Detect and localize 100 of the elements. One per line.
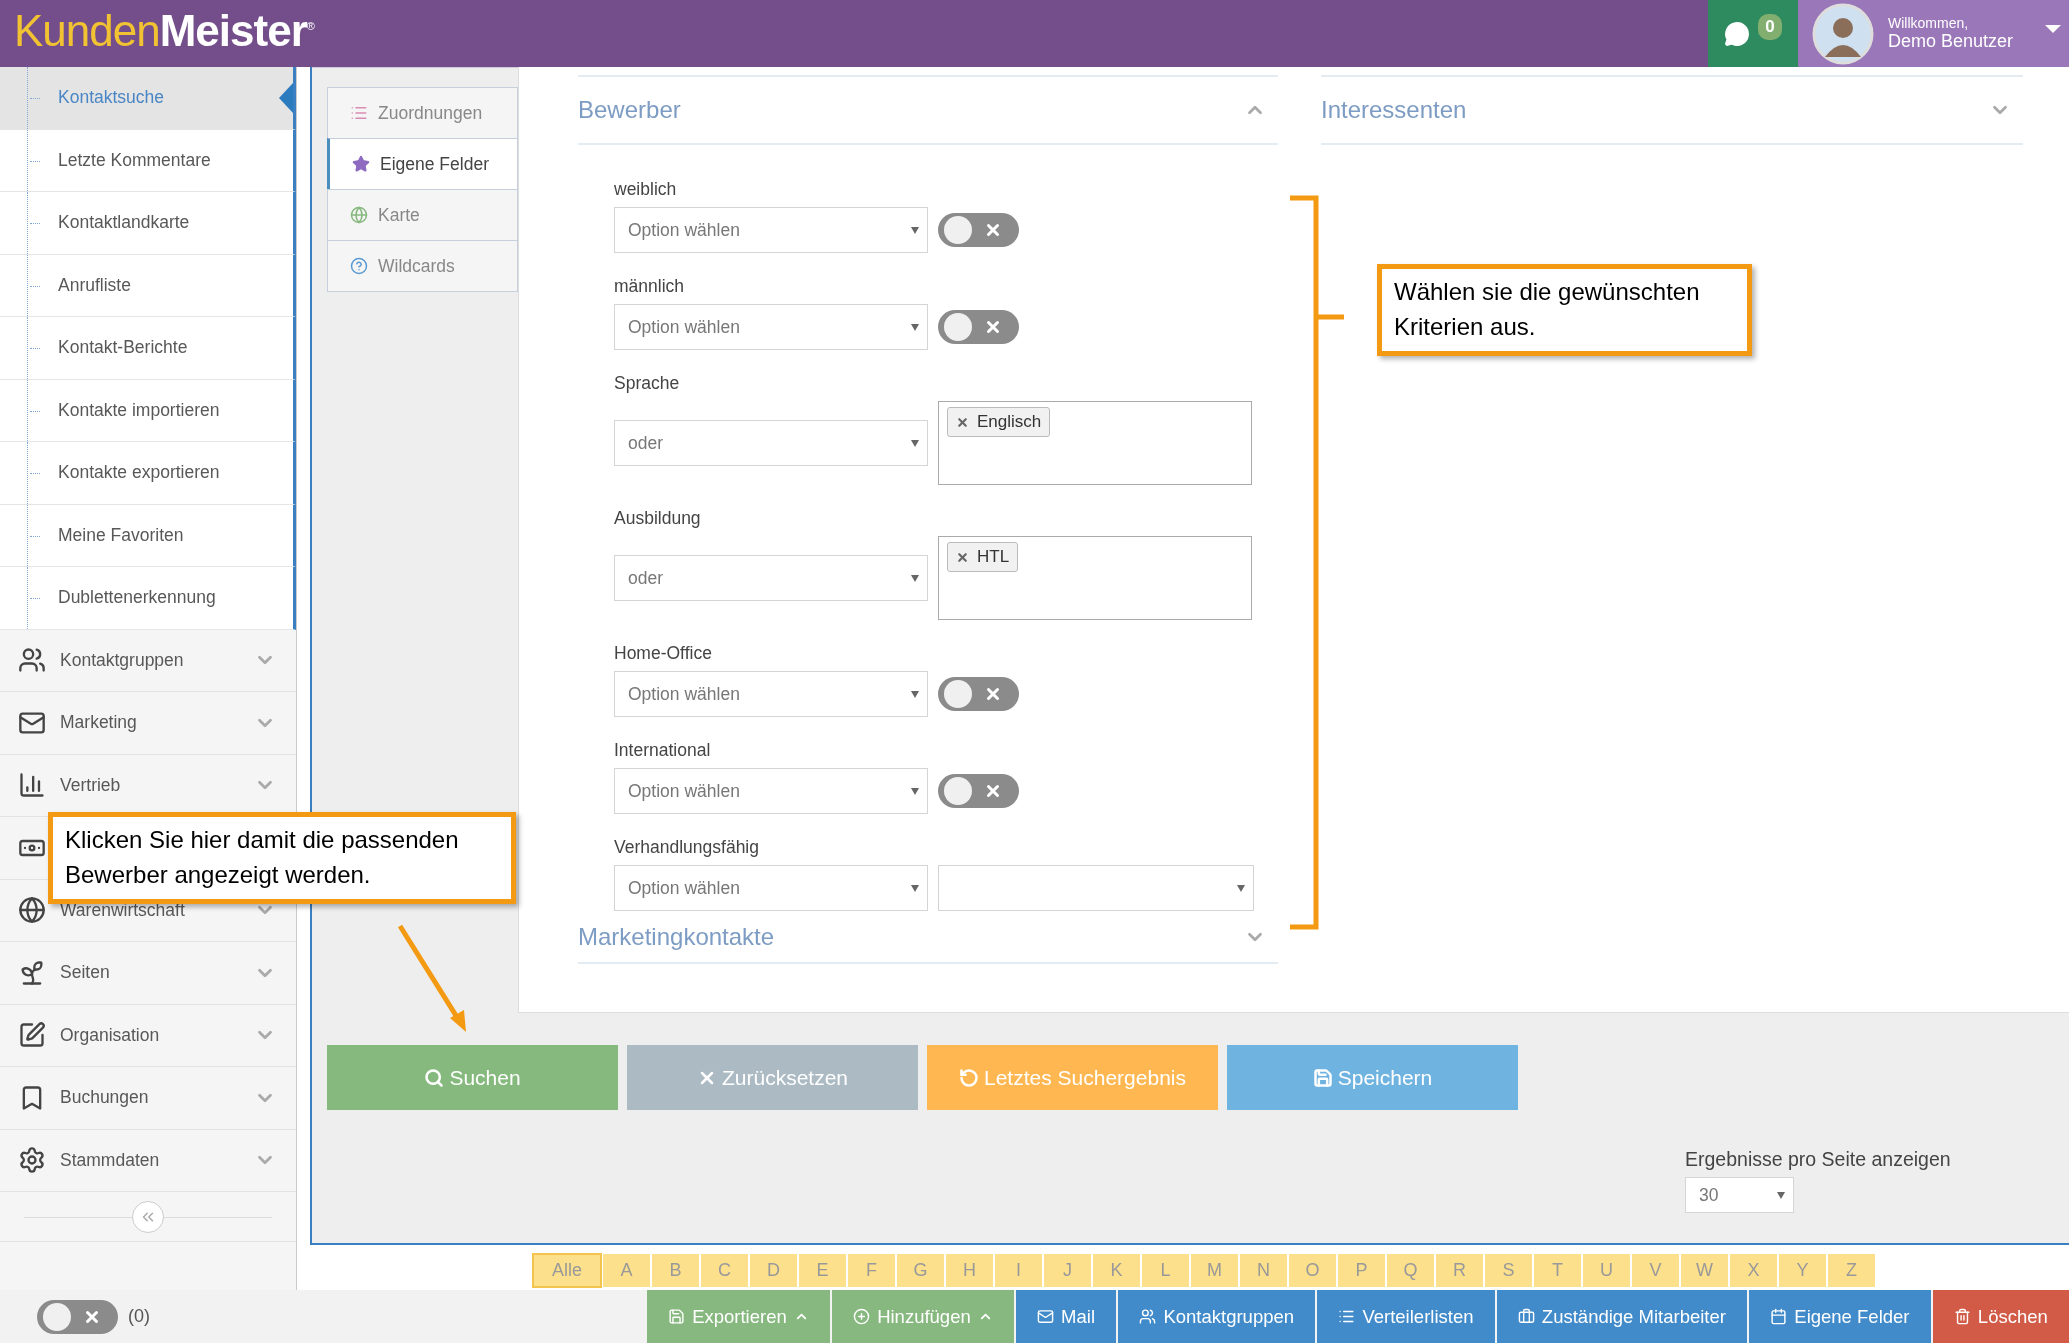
toolbar-button[interactable]: Eigene Felder xyxy=(1749,1290,1931,1343)
letter-filter[interactable]: V xyxy=(1631,1253,1680,1288)
panel-header[interactable]: Bewerber xyxy=(578,75,1278,145)
select-field[interactable]: Option wählen xyxy=(614,207,928,253)
letter-filter[interactable]: T xyxy=(1533,1253,1582,1288)
tag-input[interactable]: HTL xyxy=(938,536,1252,620)
letter-filter[interactable]: C xyxy=(700,1253,749,1288)
users-icon xyxy=(1139,1308,1157,1325)
tab[interactable]: Wildcards xyxy=(327,240,518,292)
toolbar-button[interactable]: Verteilerlisten xyxy=(1317,1290,1495,1343)
select-field[interactable]: Option wählen xyxy=(614,865,928,911)
letter-filter[interactable]: B xyxy=(651,1253,700,1288)
toggle-switch[interactable] xyxy=(938,677,1019,711)
action-button[interactable]: Suchen xyxy=(327,1045,618,1110)
letter-filter[interactable]: N xyxy=(1239,1253,1288,1288)
star-icon xyxy=(352,155,370,173)
bar-chart-icon xyxy=(18,771,46,800)
sidebar-item[interactable]: Kontaktsuche xyxy=(0,67,296,130)
letter-filter[interactable]: Alle xyxy=(532,1253,602,1288)
toolbar-button[interactable]: Kontaktgruppen xyxy=(1118,1290,1316,1343)
letter-filter[interactable]: Z xyxy=(1827,1253,1876,1288)
letter-filter[interactable]: D xyxy=(749,1253,798,1288)
sidebar-group[interactable]: Kontaktgruppen xyxy=(0,629,296,692)
sidebar-group[interactable]: Marketing xyxy=(0,692,296,755)
letter-filter[interactable]: G xyxy=(896,1253,945,1288)
save-icon xyxy=(668,1308,686,1325)
panel-header[interactable]: Interessenten xyxy=(1321,75,2023,145)
letter-filter[interactable]: R xyxy=(1435,1253,1484,1288)
sidebar-group[interactable]: Seiten xyxy=(0,942,296,1005)
briefcase-icon xyxy=(1517,1308,1535,1325)
toggle-switch[interactable] xyxy=(938,310,1019,344)
save-icon xyxy=(1312,1067,1333,1088)
letter-filter[interactable]: O xyxy=(1288,1253,1337,1288)
remove-icon[interactable] xyxy=(956,550,969,564)
letter-filter[interactable]: M xyxy=(1190,1253,1239,1288)
tag[interactable]: HTL xyxy=(947,542,1019,572)
messages-button[interactable]: 0 xyxy=(1708,0,1798,67)
sidebar-item[interactable]: Kontakte exportieren xyxy=(0,442,296,505)
sidebar-item[interactable]: Meine Favoriten xyxy=(0,504,296,567)
select-field[interactable] xyxy=(938,865,1254,911)
plus-circle-icon xyxy=(853,1308,871,1325)
logo[interactable]: KundenMeister$^{®}$ xyxy=(0,0,1708,67)
sidebar-item[interactable]: Letzte Kommentare xyxy=(0,129,296,192)
sidebar-group[interactable]: Stammdaten xyxy=(0,1129,296,1192)
toolbar-button[interactable]: Mail xyxy=(1015,1290,1117,1343)
letter-filter[interactable]: E xyxy=(798,1253,847,1288)
sidebar-item[interactable]: Dublettenerkennung xyxy=(0,567,296,630)
select-field[interactable]: oder xyxy=(614,555,928,601)
letter-filter[interactable]: S xyxy=(1484,1253,1533,1288)
sidebar-group[interactable]: Organisation xyxy=(0,1004,296,1067)
letter-filter[interactable]: X xyxy=(1729,1253,1778,1288)
sidebar-item[interactable]: Kontakt-Berichte xyxy=(0,317,296,380)
toggle-switch[interactable] xyxy=(37,1299,118,1334)
toggle-switch[interactable] xyxy=(938,213,1019,247)
letter-filter[interactable]: U xyxy=(1582,1253,1631,1288)
toolbar-button[interactable]: Zuständige Mitarbeiter xyxy=(1496,1290,1748,1343)
select-field[interactable]: Option wählen xyxy=(614,671,928,717)
tab[interactable]: Eigene Felder xyxy=(327,138,518,190)
action-button[interactable]: Speichern xyxy=(1227,1045,1518,1110)
toggle-switch[interactable] xyxy=(938,774,1019,808)
sidebar-item[interactable]: Anrufliste xyxy=(0,254,296,317)
panel-header[interactable]: Marketingkontakte xyxy=(578,912,1278,964)
toolbar-button[interactable]: Löschen xyxy=(1932,1290,2069,1343)
letter-filter[interactable]: H xyxy=(945,1253,994,1288)
letter-filter[interactable]: Y xyxy=(1778,1253,1827,1288)
action-button[interactable]: Letztes Suchergebnis xyxy=(927,1045,1218,1110)
tab[interactable]: Karte xyxy=(327,189,518,241)
search-icon xyxy=(424,1067,445,1088)
page-size-select[interactable]: 30 xyxy=(1685,1177,1794,1213)
select-field[interactable]: Option wählen xyxy=(614,768,928,814)
toolbar-button[interactable]: Hinzufügen xyxy=(831,1290,1014,1343)
letter-filter[interactable]: J xyxy=(1043,1253,1092,1288)
letter-filter[interactable]: L xyxy=(1141,1253,1190,1288)
letter-filter[interactable]: W xyxy=(1680,1253,1729,1288)
user-menu[interactable]: Willkommen, Demo Benutzer xyxy=(1798,0,2069,67)
select-field[interactable]: Option wählen xyxy=(614,304,928,350)
count-label: (0) xyxy=(128,1306,150,1327)
action-button[interactable]: Zurücksetzen xyxy=(627,1045,918,1110)
tab[interactable]: Zuordnungen xyxy=(327,87,518,139)
letter-filter[interactable]: K xyxy=(1092,1253,1141,1288)
tag[interactable]: Englisch xyxy=(947,407,1051,437)
question-icon xyxy=(350,257,368,275)
sidebar-item[interactable]: Kontakte importieren xyxy=(0,379,296,442)
field-label: International xyxy=(614,740,712,762)
collapse-button[interactable] xyxy=(132,1200,164,1233)
letter-filter[interactable]: P xyxy=(1337,1253,1386,1288)
select-field[interactable]: oder xyxy=(614,420,928,466)
list-icon xyxy=(350,104,368,122)
field-label: Home-Office xyxy=(614,643,713,665)
toolbar-button[interactable]: Exportieren xyxy=(646,1290,830,1343)
letter-filter[interactable]: F xyxy=(847,1253,896,1288)
remove-icon[interactable] xyxy=(956,415,969,429)
tag-input[interactable]: Englisch xyxy=(938,401,1252,485)
letter-filter[interactable]: Q xyxy=(1386,1253,1435,1288)
letter-filter[interactable]: A xyxy=(602,1253,651,1288)
sidebar-item[interactable]: Kontaktlandkarte xyxy=(0,192,296,255)
letter-filter[interactable]: I xyxy=(994,1253,1043,1288)
sidebar-group[interactable]: Buchungen xyxy=(0,1067,296,1130)
users-icon xyxy=(18,646,46,675)
envelope-icon xyxy=(1037,1308,1055,1325)
